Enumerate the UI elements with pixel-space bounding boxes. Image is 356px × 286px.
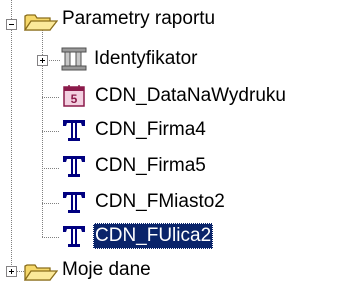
tree-node-cdn-firma5[interactable]: CDN_Firma5 <box>0 152 356 182</box>
key-column-icon <box>61 47 87 71</box>
tree-node-report-parameters[interactable]: Parametry raportu <box>0 5 356 35</box>
calendar-icon: 5 <box>63 85 85 107</box>
tree-node-identyfikator[interactable]: Identyfikator <box>0 45 356 75</box>
tree-node-cdn-datanawydruku[interactable]: 5 CDN_DataNaWydruku <box>0 82 356 112</box>
tree-node-cdn-fmiasto2[interactable]: CDN_FMiasto2 <box>0 188 356 218</box>
tree-node-cdn-fulica2[interactable]: CDN_FUlica2 <box>0 222 356 252</box>
text-type-icon <box>63 120 85 141</box>
tree-node-label: Identyfikator <box>94 48 198 69</box>
text-type-icon <box>63 192 85 213</box>
expand-toggle[interactable] <box>37 55 48 66</box>
folder-open-icon <box>24 14 58 31</box>
text-type-icon <box>63 156 85 177</box>
tree-node-cdn-firma4[interactable]: CDN_Firma4 <box>0 116 356 146</box>
tree-node-label-selected: CDN_FUlica2 <box>93 223 214 249</box>
tree-node-label: Parametry raportu <box>62 8 216 29</box>
report-parameters-tree[interactable]: Parametry raportu Identyfikator 5 CDN_Da… <box>0 0 356 286</box>
tree-node-label: CDN_FMiasto2 <box>95 191 225 212</box>
expand-toggle[interactable] <box>6 266 17 277</box>
text-type-icon <box>63 226 85 247</box>
collapse-toggle[interactable] <box>6 19 17 30</box>
svg-text:5: 5 <box>71 92 78 106</box>
tree-node-label: CDN_Firma5 <box>95 155 206 176</box>
tree-node-moje-dane[interactable]: Moje dane <box>0 256 356 286</box>
tree-node-label: CDN_DataNaWydruku <box>95 85 286 106</box>
folder-icon <box>24 264 58 281</box>
tree-node-label: Moje dane <box>62 259 151 280</box>
tree-node-label: CDN_Firma4 <box>95 119 206 140</box>
